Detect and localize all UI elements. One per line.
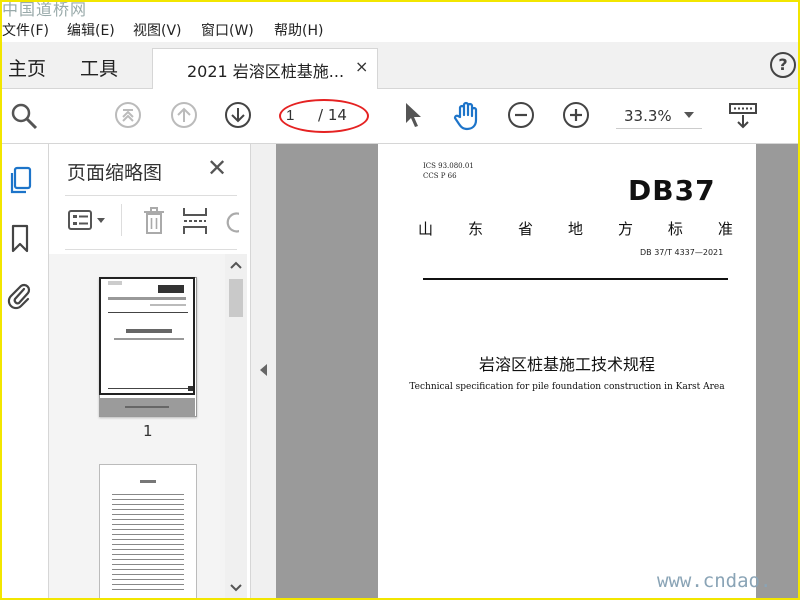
doc-ccs: CCS P 66 bbox=[423, 172, 457, 180]
zoom-value: 33.3% bbox=[624, 107, 672, 125]
panel-splitter[interactable] bbox=[250, 144, 277, 598]
toolbar: / 14 33.3% bbox=[2, 89, 798, 144]
doc-code: DB37 bbox=[628, 174, 716, 207]
page-thumbnails-icon[interactable] bbox=[8, 166, 34, 196]
doc-rule bbox=[423, 278, 728, 280]
doc-number: DB 37/T 4337—2021 bbox=[640, 248, 724, 257]
thumbnail-footer bbox=[99, 398, 195, 416]
divider bbox=[65, 249, 237, 250]
left-navigation-rail bbox=[2, 144, 49, 598]
divider bbox=[65, 195, 237, 196]
next-page-icon[interactable] bbox=[224, 101, 252, 129]
scrollbar[interactable] bbox=[225, 254, 247, 598]
tab-close-button[interactable]: × bbox=[355, 57, 368, 76]
doc-title-cn: 岩溶区桩基施工技术规程 bbox=[478, 355, 655, 374]
scrollbar-thumb[interactable] bbox=[229, 279, 243, 317]
doc-standard-char: 东 bbox=[467, 220, 483, 238]
delete-page-icon[interactable] bbox=[141, 206, 167, 236]
doc-standard-char: 省 bbox=[517, 220, 533, 238]
chevron-down-icon bbox=[684, 112, 694, 118]
help-button[interactable]: ? bbox=[770, 52, 796, 78]
doc-standard-type: 山 东 省 地 方 标 准 bbox=[418, 218, 733, 239]
doc-standard-char: 方 bbox=[617, 220, 633, 238]
doc-standard-char: 地 bbox=[567, 220, 583, 238]
menu-help[interactable]: 帮助(H) bbox=[274, 20, 323, 40]
zoom-in-icon[interactable] bbox=[562, 101, 590, 129]
rotate-page-icon[interactable] bbox=[223, 208, 239, 236]
scroll-mode-icon[interactable] bbox=[728, 101, 757, 129]
insert-page-icon[interactable] bbox=[181, 206, 209, 236]
doc-standard-char: 标 bbox=[667, 220, 683, 238]
thumbnail-options-icon[interactable] bbox=[67, 208, 111, 234]
app-window: 中国道桥网 文件(F) 编辑(E) 视图(V) 窗口(W) 帮助(H) 主页 工… bbox=[0, 0, 800, 600]
panel-title: 页面缩略图 bbox=[67, 162, 163, 184]
thumbnail-selection bbox=[99, 277, 195, 395]
doc-classification: ICS 93.080.01 CCS P 66 bbox=[423, 161, 474, 181]
menu-file[interactable]: 文件(F) bbox=[2, 20, 49, 40]
tab-home[interactable]: 主页 bbox=[8, 54, 46, 81]
watermark-bottom: www.cndao. bbox=[657, 570, 772, 592]
menu-view[interactable]: 视图(V) bbox=[133, 20, 182, 40]
doc-title-en: Technical specification for pile foundat… bbox=[409, 382, 725, 392]
menu-window[interactable]: 窗口(W) bbox=[201, 20, 254, 40]
select-pointer-icon[interactable] bbox=[400, 101, 428, 129]
panel-close-button[interactable]: ✕ bbox=[207, 154, 227, 182]
zoom-select[interactable]: 33.3% bbox=[616, 104, 702, 129]
thumbnail-page-number: 1 bbox=[143, 422, 153, 440]
doc-ics: ICS 93.080.01 bbox=[423, 162, 474, 170]
attachments-icon[interactable] bbox=[6, 280, 32, 310]
zoom-out-icon[interactable] bbox=[507, 101, 535, 129]
previous-page-icon[interactable] bbox=[170, 101, 198, 129]
search-icon[interactable] bbox=[9, 101, 38, 130]
first-page-icon[interactable] bbox=[114, 101, 142, 129]
collapse-panel-icon[interactable] bbox=[260, 364, 267, 376]
hand-tool-icon[interactable] bbox=[452, 101, 480, 131]
menu-bar: 文件(F) 编辑(E) 视图(V) 窗口(W) 帮助(H) bbox=[2, 17, 798, 41]
tab-bar: 主页 工具 2021 岩溶区桩基施... × ? bbox=[2, 42, 798, 89]
bookmarks-icon[interactable] bbox=[10, 224, 30, 254]
thumbnails-panel: 页面缩略图 ✕ 1 bbox=[49, 144, 249, 598]
tab-document[interactable]: 2021 岩溶区桩基施... × bbox=[152, 48, 378, 89]
divider bbox=[121, 204, 122, 236]
page-thumbnail[interactable] bbox=[99, 464, 197, 598]
doc-standard-char: 山 bbox=[418, 220, 434, 238]
document-page: ICS 93.080.01 CCS P 66 DB37 山 东 省 地 方 标 … bbox=[378, 144, 756, 598]
menu-edit[interactable]: 编辑(E) bbox=[67, 20, 115, 40]
tab-document-label: 2021 岩溶区桩基施... bbox=[187, 62, 345, 81]
document-view[interactable]: ICS 93.080.01 CCS P 66 DB37 山 东 省 地 方 标 … bbox=[276, 144, 798, 598]
tab-tools[interactable]: 工具 bbox=[80, 54, 118, 81]
highlight-oval bbox=[279, 99, 369, 133]
doc-standard-char: 准 bbox=[717, 220, 733, 238]
